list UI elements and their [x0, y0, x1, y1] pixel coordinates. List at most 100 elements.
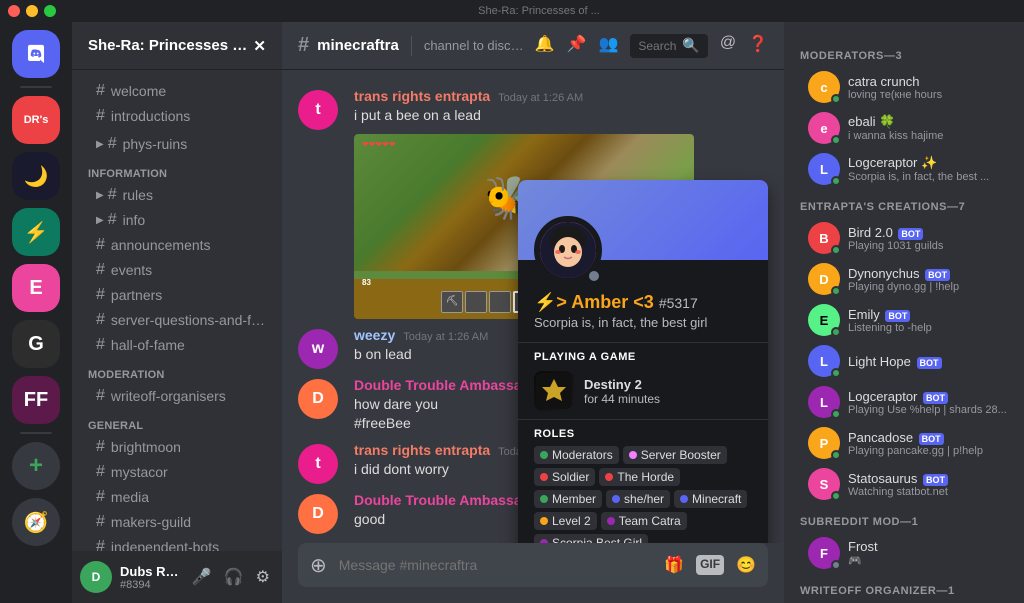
xp-bar: 83: [362, 278, 371, 287]
member-info: Logceraptor BOT Playing Use %help | shar…: [848, 389, 1008, 416]
channel-item-info[interactable]: ▶ # info: [80, 208, 274, 232]
list-item: Team Catra: [601, 512, 687, 530]
status-badge: [831, 135, 841, 145]
avatar: w: [298, 329, 338, 369]
member-status: Playing dyno.gg | !help: [848, 281, 1008, 293]
role-color-dot: [629, 451, 637, 459]
channel-item-partners[interactable]: # partners: [80, 283, 274, 307]
list-item[interactable]: c catra crunch loving те(кне hours: [792, 67, 1016, 107]
search-bar[interactable]: Search 🔍: [630, 34, 707, 58]
member-status: 🎮: [848, 554, 1008, 567]
members-sidebar: MODERATORS—3 c catra crunch loving те(кн…: [784, 22, 1024, 603]
channel-item-phys-ruins[interactable]: ▶ # phys-ruins: [80, 132, 274, 156]
user-avatar: D: [80, 561, 112, 593]
member-info: ebali 🍀 i wanna kiss hajime: [848, 114, 1008, 142]
list-item[interactable]: L Logceraptor ✨ Scorpia is, in fact, the…: [792, 149, 1016, 189]
guild-icon-3[interactable]: ⚡: [12, 208, 60, 256]
channel-item-makers-guild[interactable]: # makers-guild: [80, 510, 274, 534]
member-status: Playing pancake.gg | p!help: [848, 445, 1008, 457]
message-author: Double Trouble Ambassador: [354, 377, 544, 393]
role-name: Member: [552, 492, 596, 506]
channel-list: # welcome # introductions ▶ # phys-ruins…: [72, 70, 282, 551]
channel-item-hall-of-fame[interactable]: # hall-of-fame: [80, 333, 274, 357]
message-author: Double Trouble Ambassador: [354, 492, 544, 508]
expand-icon: ▶: [96, 139, 104, 150]
role-color-dot: [612, 495, 620, 503]
category-entrapta: ENTRAPTA'S CREATIONS—7: [784, 197, 1024, 217]
avatar: S: [808, 468, 840, 500]
guild-icon-6[interactable]: FF: [12, 376, 60, 424]
member-name: Frost: [848, 539, 1008, 554]
mute-icon[interactable]: 🎤: [188, 563, 216, 591]
server-name: She-Ra: Princesses of ...: [88, 37, 253, 54]
main-content: # minecraftra channel to discuss our ser…: [282, 22, 784, 603]
attach-icon[interactable]: ⊕: [310, 553, 327, 578]
guild-icon-1[interactable]: DR's: [12, 96, 60, 144]
close-button[interactable]: [8, 5, 20, 17]
chat-input[interactable]: [339, 557, 664, 573]
channel-item-brightmoon[interactable]: # brightmoon: [80, 435, 274, 459]
list-item[interactable]: B Bird 2.0 BOT Playing 1031 guilds: [792, 218, 1016, 258]
chat-header-topic: channel to discuss our server's java min…: [424, 38, 527, 53]
add-server-button[interactable]: +: [12, 442, 60, 490]
channel-item-announcements[interactable]: # announcements: [80, 233, 274, 257]
list-item[interactable]: L Logceraptor BOT Playing Use %help | sh…: [792, 382, 1016, 422]
channel-name-info: info: [123, 212, 146, 228]
guild-divider: [20, 86, 52, 88]
channel-item-mystacor[interactable]: # mystacor: [80, 460, 274, 484]
message-timestamp: Today at 1:26 AM: [498, 92, 583, 104]
list-item[interactable]: L Light Hope BOT: [792, 341, 1016, 381]
avatar: t: [298, 444, 338, 484]
list-item: she/her: [606, 490, 670, 508]
channel-item-welcome[interactable]: # welcome: [80, 79, 274, 103]
guild-icon-4[interactable]: E: [12, 264, 60, 312]
list-item[interactable]: e ebali 🍀 i wanna kiss hajime: [792, 108, 1016, 148]
channel-name-announcements: announcements: [111, 237, 211, 253]
channel-item-rules[interactable]: ▶ # rules: [80, 183, 274, 207]
members-icon[interactable]: 👥: [598, 34, 618, 58]
member-info: Bird 2.0 BOT Playing 1031 guilds: [848, 225, 1008, 252]
member-name: Logceraptor ✨: [848, 155, 1008, 171]
channel-item-introductions[interactable]: # introductions: [80, 104, 274, 128]
channel-hash-icon: #: [96, 261, 105, 279]
member-name: Light Hope BOT: [848, 354, 1008, 369]
maximize-button[interactable]: [44, 5, 56, 17]
guild-icon-2[interactable]: 🌙: [12, 152, 60, 200]
channel-item-independent-bots[interactable]: # independent-bots: [80, 535, 274, 551]
gif-icon[interactable]: GIF: [696, 555, 724, 575]
at-icon[interactable]: @: [720, 34, 736, 58]
channel-item-server-questions[interactable]: # server-questions-and-fee...: [80, 308, 274, 332]
hotbar-slot: [489, 291, 511, 313]
explore-servers-button[interactable]: 🧭: [12, 498, 60, 546]
status-badge: [831, 94, 841, 104]
deafen-icon[interactable]: 🎧: [220, 563, 248, 591]
channel-item-media[interactable]: # media: [80, 485, 274, 509]
profile-username-text: ⚡> Amber <3: [534, 292, 654, 312]
settings-icon[interactable]: ⚙: [252, 563, 274, 591]
channel-name-hall-of-fame: hall-of-fame: [111, 337, 185, 353]
list-item[interactable]: S Statosaurus BOT Watching statbot.net: [792, 464, 1016, 504]
channel-item-events[interactable]: # events: [80, 258, 274, 282]
channel-name-media: media: [111, 489, 149, 505]
emoji-icon[interactable]: 😊: [736, 555, 756, 575]
hotbar-slot: ⛏: [441, 291, 463, 313]
bell-icon[interactable]: 🔔: [535, 34, 555, 58]
guild-icon-5[interactable]: G: [12, 320, 60, 368]
channel-name-events: events: [111, 262, 152, 278]
list-item[interactable]: D Dynonychus BOT Playing dyno.gg | !help: [792, 259, 1016, 299]
profile-username: ⚡> Amber <3 #5317: [534, 292, 698, 313]
gift-icon[interactable]: 🎁: [664, 555, 684, 575]
list-item[interactable]: F Frost 🎮: [792, 533, 1016, 573]
minimize-button[interactable]: [26, 5, 38, 17]
help-icon[interactable]: ❓: [748, 34, 768, 58]
server-header[interactable]: She-Ra: Princesses of ... ✕: [72, 22, 282, 70]
bot-badge: BOT: [885, 310, 910, 322]
avatar: L: [808, 345, 840, 377]
list-item[interactable]: E Emily BOT Listening to -help: [792, 300, 1016, 340]
pin-icon[interactable]: 📌: [567, 34, 587, 58]
list-item[interactable]: P Pancadose BOT Playing pancake.gg | p!h…: [792, 423, 1016, 463]
channel-item-writeoff[interactable]: # writeoff-organisers: [80, 384, 274, 408]
channel-hash-icon: #: [96, 513, 105, 531]
discord-home-icon[interactable]: [12, 30, 60, 78]
profile-banner: [518, 180, 768, 260]
